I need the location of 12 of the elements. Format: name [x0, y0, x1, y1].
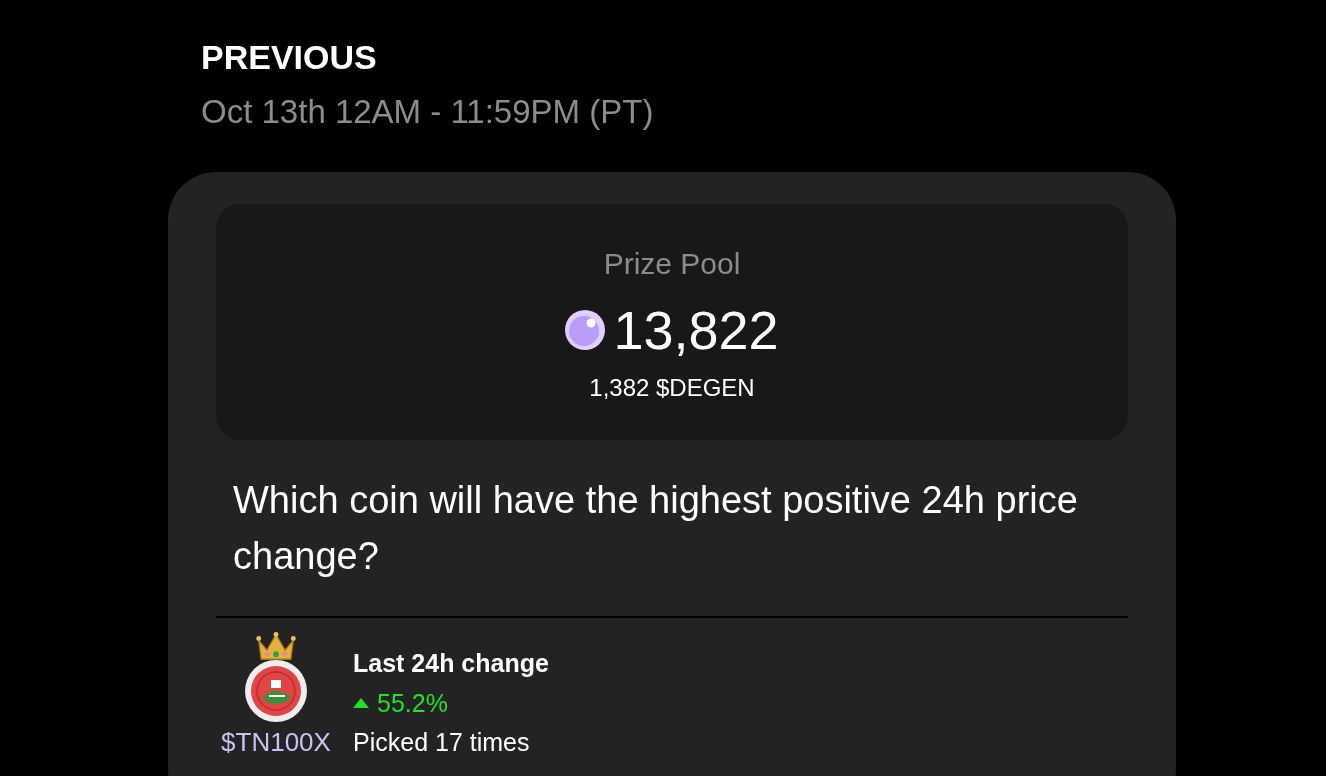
change-label: Last 24h change	[353, 648, 549, 679]
coin-logo-icon	[245, 660, 307, 722]
change-value: 55.2%	[377, 688, 448, 719]
question-text: Which coin will have the highest positive 24h price change?	[232, 478, 1079, 579]
section-title: PREVIOUS	[201, 37, 377, 77]
coin-ticker: $TN100X	[221, 727, 331, 757]
coin-icon	[565, 310, 606, 350]
period-text: Oct 13th 12AM - 11:59PM (PT)	[201, 92, 654, 132]
prize-pool-label: Prize Pool	[603, 246, 741, 282]
degen-amount: 1,382 $DEGEN	[589, 373, 755, 403]
prize-amount: 13,822	[613, 300, 779, 360]
pick-count: Picked 17 times	[353, 727, 531, 757]
